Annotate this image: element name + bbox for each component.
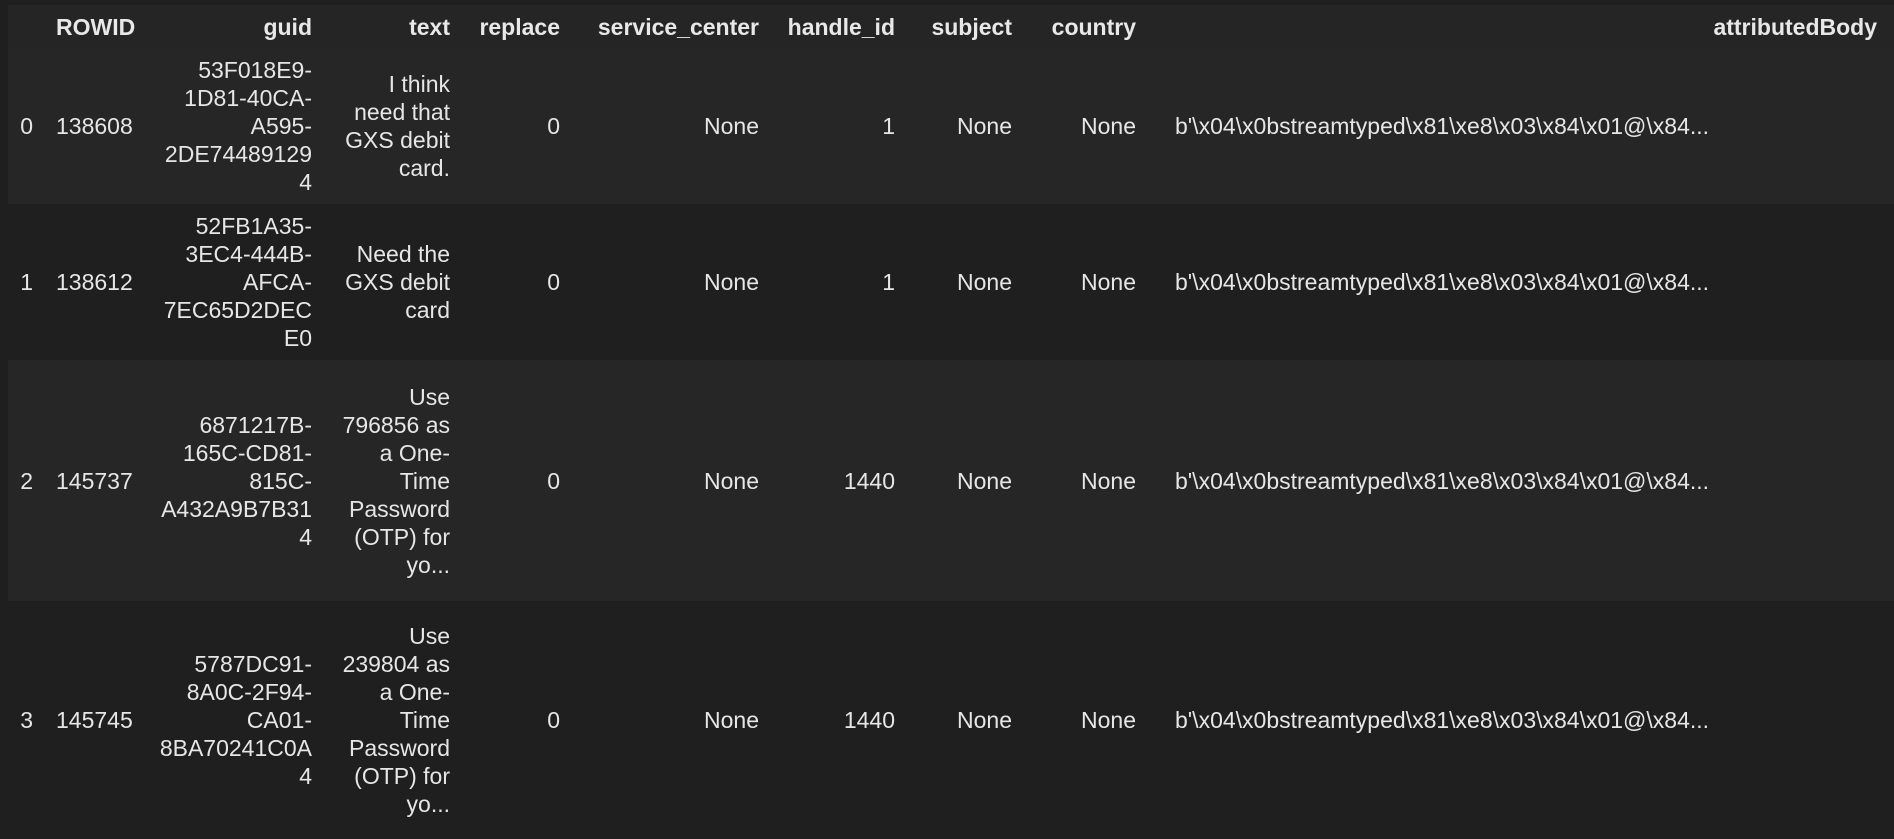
cell-service-center: None (704, 467, 759, 494)
cell-country: None (1081, 269, 1136, 295)
row-index: 3 (20, 707, 33, 733)
cell-subject: None (957, 113, 1012, 139)
cell-text: Use 796856 as a One-Time Password (OTP) … (342, 383, 450, 578)
column-header-country: country (1051, 13, 1136, 40)
cell-attributed-body: b'\x04\x0bstreamtyped\x81\xe8\x03\x84\x0… (1175, 113, 1710, 139)
cell-attributed-body: b'\x04\x0bstreamtyped\x81\xe8\x03\x84\x0… (1175, 467, 1710, 494)
cell-replace: 0 (547, 113, 560, 139)
cell-guid: 52FB1A35-3EC4-444B-AFCA-7EC65D2DECE0 (163, 213, 312, 351)
row-index: 2 (20, 467, 33, 494)
cell-rowid: 145737 (56, 467, 133, 494)
cell-rowid: 138612 (56, 269, 133, 295)
dataframe-table: ROWID guid text replace service_center h… (8, 5, 1894, 839)
cell-handle-id: 1 (882, 269, 895, 295)
cell-guid: 53F018E9-1D81-40CA-A595-2DE744891294 (164, 57, 312, 195)
cell-text: I think need that GXS debit card. (345, 71, 450, 181)
column-header-rowid: ROWID (56, 13, 136, 40)
cell-replace: 0 (547, 467, 560, 494)
column-header-guid: guid (263, 13, 312, 40)
dataframe-table-container: ROWID guid text replace service_center h… (8, 5, 1894, 839)
cell-guid: 6871217B-165C-CD81-815C-A432A9B7B314 (161, 411, 312, 550)
cell-rowid: 145745 (56, 707, 133, 733)
table-row: 3 145745 5787DC91-8A0C-2F94-CA01-8BA7024… (8, 601, 1894, 839)
column-header-subject: subject (931, 13, 1012, 40)
cell-service-center: None (704, 113, 759, 139)
cell-service-center: None (704, 269, 759, 295)
cell-country: None (1081, 467, 1136, 494)
cell-handle-id: 1440 (843, 467, 895, 494)
cell-subject: None (957, 269, 1012, 295)
cell-guid: 5787DC91-8A0C-2F94-CA01-8BA70241C0A4 (159, 651, 312, 789)
table-row: 0 138608 53F018E9-1D81-40CA-A595-2DE7448… (8, 48, 1894, 204)
cell-country: None (1081, 113, 1136, 139)
column-header-text: text (409, 13, 450, 40)
cell-replace: 0 (547, 707, 560, 733)
cell-rowid: 138608 (56, 113, 133, 139)
table-row: 2 145737 6871217B-165C-CD81-815C-A432A9B… (8, 360, 1894, 601)
cell-replace: 0 (547, 269, 560, 295)
table-row: 1 138612 52FB1A35-3EC4-444B-AFCA-7EC65D2… (8, 204, 1894, 360)
column-header-replace: replace (479, 13, 560, 40)
cell-text: Need the GXS debit card (345, 241, 450, 323)
cell-country: None (1081, 707, 1136, 733)
cell-attributed-body: b'\x04\x0bstreamtyped\x81\xe8\x03\x84\x0… (1175, 707, 1710, 733)
index-header (8, 5, 48, 48)
row-index: 1 (20, 269, 33, 295)
column-header-handle-id: handle_id (787, 13, 895, 40)
cell-subject: None (957, 467, 1012, 494)
column-header-service-center: service_center (597, 13, 759, 40)
cell-handle-id: 1440 (843, 707, 895, 733)
cell-service-center: None (704, 707, 759, 733)
cell-text: Use 239804 as a One-Time Password (OTP) … (342, 623, 450, 817)
cell-attributed-body: b'\x04\x0bstreamtyped\x81\xe8\x03\x84\x0… (1175, 269, 1710, 295)
cell-handle-id: 1 (882, 113, 895, 139)
cell-subject: None (957, 707, 1012, 733)
column-header-attributed-body: attributedBody (1713, 13, 1877, 40)
row-index: 0 (20, 113, 33, 139)
header-row: ROWID guid text replace service_center h… (8, 5, 1894, 48)
